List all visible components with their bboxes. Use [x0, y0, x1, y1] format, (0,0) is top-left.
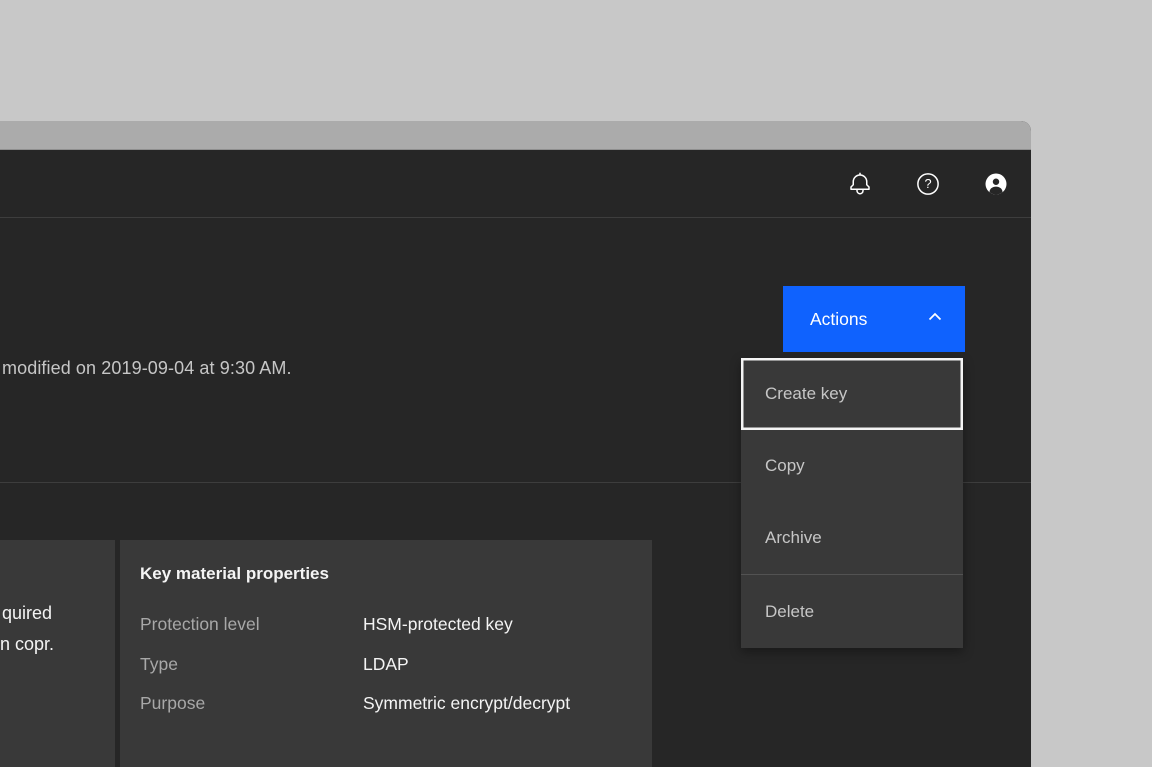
property-value: Symmetric encrypt/decrypt	[363, 693, 571, 713]
chevron-up-icon	[927, 309, 943, 330]
actions-button-label: Actions	[810, 308, 868, 329]
menu-item-label: Copy	[765, 456, 805, 475]
actions-dropdown-menu: Create key Copy Archive Delete	[741, 358, 963, 648]
property-label: Protection level	[140, 614, 260, 634]
left-card-truncated: quired n copr.	[0, 540, 115, 767]
menu-item-delete[interactable]: Delete	[741, 575, 963, 648]
last-modified-text: modified on 2019-09-04 at 9:30 AM.	[2, 358, 292, 378]
property-row-protection-level: Protection level HSM-protected key	[120, 614, 652, 638]
menu-item-label: Archive	[765, 528, 822, 547]
user-profile-button[interactable]	[972, 160, 1020, 208]
property-label: Purpose	[140, 693, 206, 713]
global-header: ?	[0, 150, 1031, 218]
card-title: Key material properties	[140, 564, 329, 583]
screen: ? modified on 2019-09-04 at 9:30 AM. Act…	[0, 0, 1152, 767]
menu-item-label: Create key	[765, 384, 848, 403]
menu-item-copy[interactable]: Copy	[741, 430, 963, 502]
truncated-text-line: quired	[2, 603, 53, 623]
property-row-purpose: Purpose Symmetric encrypt/decrypt	[120, 693, 652, 717]
help-icon: ?	[916, 172, 940, 196]
property-value: HSM-protected key	[363, 614, 513, 634]
property-row-type: Type LDAP	[120, 654, 652, 678]
help-button[interactable]: ?	[904, 160, 952, 208]
notifications-button[interactable]	[836, 160, 884, 208]
key-material-properties-card: Key material properties Protection level…	[120, 540, 652, 767]
actions-button[interactable]: Actions	[783, 286, 965, 352]
menu-item-label: Delete	[765, 601, 815, 621]
menu-item-create-key[interactable]: Create key	[741, 358, 963, 430]
truncated-text-line: n copr.	[0, 634, 55, 654]
menu-item-archive[interactable]: Archive	[741, 502, 963, 574]
notification-bell-icon	[848, 172, 872, 196]
property-value: LDAP	[363, 654, 409, 674]
window-title-bar	[0, 121, 1031, 150]
svg-text:?: ?	[924, 176, 931, 191]
app-window: ? modified on 2019-09-04 at 9:30 AM. Act…	[0, 121, 1031, 767]
property-label: Type	[140, 654, 178, 674]
user-avatar-icon	[984, 172, 1008, 196]
